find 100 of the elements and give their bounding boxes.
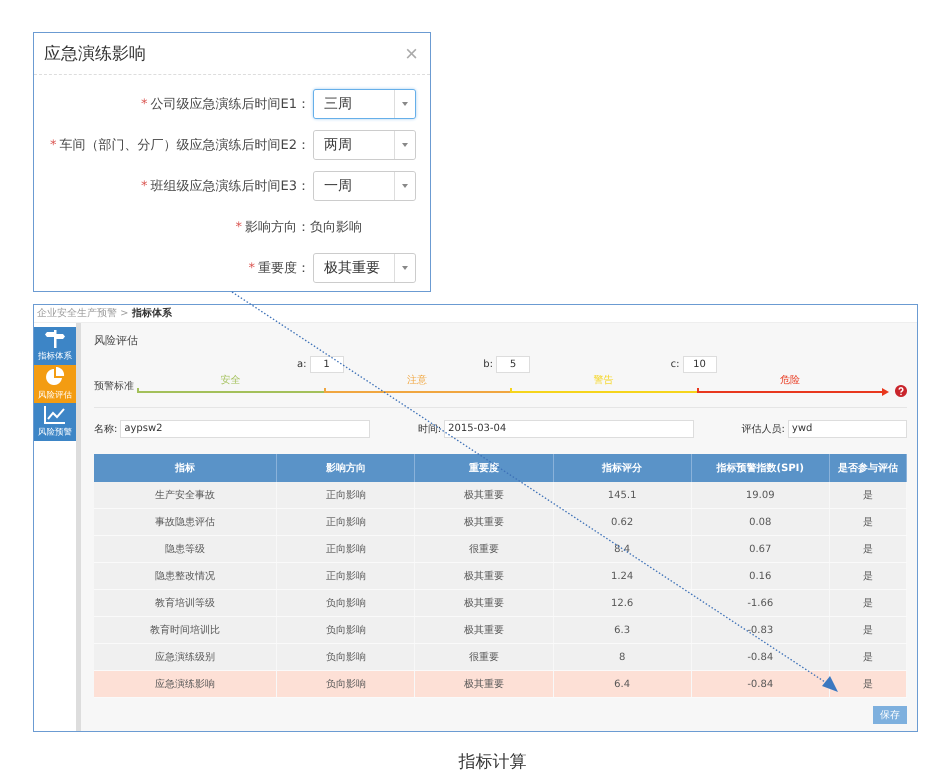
column-header: 影响方向 — [276, 454, 415, 482]
dialog-title: 应急演练影响 — [44, 43, 146, 65]
table-cell: -0.83 — [691, 616, 830, 644]
table-cell: 正向影响 — [276, 508, 415, 536]
table-row[interactable]: 教育培训等级 负向影响 极其重要 12.6 -1.66 是 — [94, 590, 906, 616]
caret-icon — [402, 266, 408, 270]
table-cell: 教育时间培训比 — [94, 616, 277, 644]
sidebar-item[interactable]: 指标体系 — [34, 327, 76, 365]
table-cell: 是 — [829, 590, 906, 616]
caret-icon — [402, 102, 408, 106]
pie-chart-icon — [45, 366, 65, 386]
table-cell: 负向影响 — [276, 616, 415, 644]
input-field[interactable]: aypsw2 — [120, 420, 370, 438]
table-cell: 是 — [829, 670, 906, 698]
table-cell: 1.24 — [553, 562, 692, 590]
table-row[interactable]: 生产安全事故 正向影响 极其重要 145.1 19.09 是 — [94, 482, 906, 508]
table-cell: 0.08 — [691, 508, 830, 536]
table-cell: 极其重要 — [414, 590, 554, 616]
table-cell: 正向影响 — [276, 536, 415, 562]
field-label: * 公司级应急演练后时间E1： — [141, 96, 310, 113]
table-row[interactable]: 应急演练影响 负向影响 极其重要 6.4 -0.84 是 — [94, 670, 906, 698]
field-label: * 重要度： — [248, 260, 310, 277]
field-label: 名称: — [94, 423, 118, 436]
table-cell: 负向影响 — [276, 644, 415, 670]
table-cell: 是 — [829, 536, 906, 562]
level-label: 安全 — [220, 374, 240, 387]
table-cell: 6.3 — [553, 616, 692, 644]
field-label: 时间: — [418, 422, 442, 436]
scale-label: 预警标准 — [94, 380, 134, 393]
table-cell: -0.84 — [691, 670, 830, 698]
select-field[interactable]: 一周 — [313, 171, 416, 201]
help-icon[interactable] — [895, 385, 907, 397]
table-row[interactable]: 事故隐患评估 正向影响 极其重要 0.62 0.08 是 — [94, 508, 906, 536]
table-cell: 是 — [829, 482, 906, 508]
caret-icon — [402, 143, 408, 147]
table-cell: 极其重要 — [414, 616, 554, 644]
table-cell: 应急演练影响 — [94, 670, 277, 698]
table-cell: 8 — [553, 644, 692, 670]
table-cell: 0.62 — [553, 508, 692, 536]
column-header: 是否参与评估 — [829, 454, 906, 482]
column-header: 指标评分 — [553, 454, 692, 482]
table-cell: 极其重要 — [414, 670, 554, 698]
column-header: 指标预警指数(SPI) — [691, 454, 830, 482]
table-cell: 6.4 — [553, 670, 692, 698]
column-header: 重要度 — [414, 454, 554, 482]
threshold-label: b: — [483, 359, 493, 370]
table-cell: 极其重要 — [414, 508, 554, 536]
threshold-field[interactable]: 1 — [310, 356, 344, 373]
level-label: 危险 — [780, 374, 800, 387]
input-field[interactable]: ywd — [788, 420, 907, 438]
section-title: 风险评估 — [94, 333, 139, 348]
table-cell: 隐患整改情况 — [94, 562, 277, 590]
sidebar-item[interactable]: 风险预警 — [34, 403, 76, 441]
table-cell: 12.6 — [553, 590, 692, 616]
line-chart-icon — [44, 406, 66, 424]
table-cell: 极其重要 — [414, 562, 554, 590]
threshold-field[interactable]: 10 — [682, 356, 716, 373]
level-label: 警告 — [593, 374, 614, 387]
caret-icon — [402, 184, 408, 188]
table-cell: 0.16 — [691, 562, 830, 590]
field-label: * 班组级应急演练后时间E3： — [141, 178, 310, 195]
threshold-label: a: — [297, 359, 306, 370]
table-cell: 145.1 — [553, 482, 692, 508]
table-cell: 是 — [829, 508, 906, 536]
table-cell: 是 — [829, 644, 906, 670]
table-cell: 是 — [829, 562, 906, 590]
table-cell: -0.84 — [691, 644, 830, 670]
select-field[interactable]: 极其重要 — [313, 253, 416, 283]
signpost-icon — [45, 330, 65, 348]
field-label: * 影响方向： — [236, 219, 310, 236]
select-field[interactable]: 三周 — [313, 89, 416, 119]
table-cell: 极其重要 — [414, 482, 554, 508]
input-field[interactable]: 2015-03-04 — [444, 420, 694, 438]
threshold-label: c: — [670, 359, 680, 370]
field-value: 负向影响 — [310, 219, 363, 236]
table-cell: 负向影响 — [276, 590, 415, 616]
column-header: 指标 — [94, 454, 277, 482]
table-cell: 19.09 — [691, 482, 830, 508]
table-cell: 0.67 — [691, 536, 830, 562]
table-row[interactable]: 应急演练级别 负向影响 很重要 8 -0.84 是 — [94, 644, 906, 670]
table-cell: 隐患等级 — [94, 536, 277, 562]
table-cell: 生产安全事故 — [94, 482, 277, 508]
table-cell: 事故隐患评估 — [94, 508, 277, 536]
table-cell: 正向影响 — [276, 482, 415, 508]
table-cell: 正向影响 — [276, 562, 415, 590]
caption: 指标计算 — [458, 751, 528, 773]
select-field[interactable]: 两周 — [313, 130, 416, 160]
field-label: 评估人员: — [742, 423, 785, 436]
table-row[interactable]: 隐患整改情况 正向影响 极其重要 1.24 0.16 是 — [94, 562, 906, 590]
table-cell: -1.66 — [691, 590, 830, 616]
table-cell: 是 — [829, 616, 906, 644]
table-cell: 教育培训等级 — [94, 590, 277, 616]
table-row[interactable]: 教育时间培训比 负向影响 极其重要 6.3 -0.83 是 — [94, 616, 906, 644]
table-cell: 很重要 — [414, 644, 554, 670]
level-label: 注意 — [406, 374, 427, 387]
field-label: * 车间（部门、分厂）级应急演练后时间E2： — [50, 137, 310, 154]
table-cell: 很重要 — [414, 536, 554, 562]
threshold-field[interactable]: 5 — [496, 356, 530, 373]
table-cell: 负向影响 — [276, 670, 415, 698]
table-cell: 应急演练级别 — [94, 644, 277, 670]
